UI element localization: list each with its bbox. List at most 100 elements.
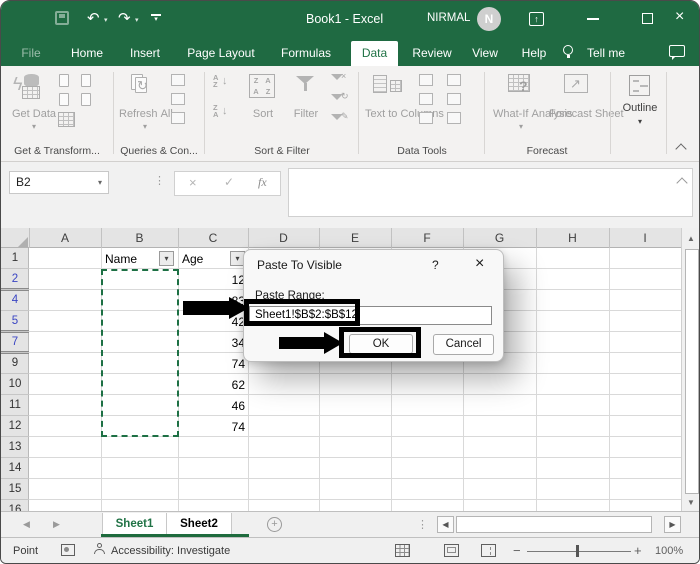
cell-c12[interactable]: 74	[178, 420, 245, 434]
data-validation-icon[interactable]	[419, 112, 433, 124]
select-all-corner[interactable]	[18, 237, 28, 247]
name-filter-button[interactable]: ▾	[159, 251, 174, 266]
name-box-dropdown-icon[interactable]: ▾	[98, 172, 102, 193]
edit-links-icon[interactable]	[171, 112, 185, 124]
redo-dropdown-icon[interactable]: ▾	[135, 16, 139, 24]
formula-input[interactable]	[288, 168, 693, 217]
close-button[interactable]: ×	[675, 9, 684, 25]
comment-icon[interactable]	[669, 45, 685, 60]
hscroll-left-icon[interactable]: ◀	[437, 516, 454, 533]
tab-scrollbar-splitter-icon[interactable]: ⋮	[417, 518, 428, 531]
reapply-filter-icon[interactable]: ↻	[331, 91, 349, 108]
undo-button[interactable]: ↶	[87, 11, 100, 26]
group-data-tools[interactable]: Data Tools	[361, 145, 483, 157]
tab-data[interactable]: Data	[351, 41, 398, 66]
tab-view[interactable]: View	[466, 43, 504, 66]
cancel-formula-icon[interactable]: ×	[189, 175, 197, 190]
recent-sources-icon[interactable]	[81, 74, 91, 87]
cell-c1-age[interactable]: Age	[182, 252, 203, 266]
group-queries-connections[interactable]: Queries & Con...	[113, 145, 205, 157]
outline-button[interactable]: Outline ▾	[617, 72, 663, 140]
horizontal-scrollbar-thumb[interactable]	[456, 516, 652, 533]
dialog-help-icon[interactable]: ?	[432, 258, 439, 272]
row-header-13[interactable]: 13	[1, 437, 29, 458]
collapse-ribbon-icon[interactable]	[675, 142, 687, 155]
add-sheet-icon[interactable]: +	[267, 517, 282, 532]
properties-icon[interactable]	[171, 93, 185, 105]
cell-b1-name[interactable]: Name	[105, 252, 137, 266]
col-header-h[interactable]: H	[536, 228, 609, 248]
customize-qat-button[interactable]: ▾	[151, 14, 161, 23]
row-header-12[interactable]: 12	[1, 416, 29, 437]
sheet-nav-right-icon[interactable]: ▶	[53, 519, 60, 530]
get-data-button[interactable]: ϟ Get Data ▾	[12, 72, 56, 140]
sort-button[interactable]: ZA AZ Sort	[241, 72, 285, 140]
scroll-up-icon[interactable]: ▲	[682, 230, 699, 247]
col-header-c[interactable]: C	[178, 228, 248, 248]
cell-c11[interactable]: 46	[178, 399, 245, 413]
sheet-tab-sheet2[interactable]: Sheet2	[166, 513, 232, 536]
forecast-sheet-button[interactable]: ↗ Forecast Sheet	[549, 72, 624, 140]
from-table-icon[interactable]	[58, 112, 75, 127]
scroll-down-icon[interactable]: ▼	[682, 494, 699, 511]
sort-za-button[interactable]: ZA ↓	[213, 104, 233, 124]
group-get-transform[interactable]: Get & Transform...	[5, 145, 109, 157]
row-header-4[interactable]: 4	[1, 290, 29, 311]
row-header-5[interactable]: 5	[1, 311, 29, 332]
cell-c10[interactable]: 62	[178, 378, 245, 392]
row-header-10[interactable]: 10	[1, 374, 29, 395]
sheet-nav-left-icon[interactable]: ◀	[23, 519, 30, 530]
tab-help[interactable]: Help	[515, 43, 553, 66]
cell-c2[interactable]: 12	[178, 273, 245, 287]
cell-c7[interactable]: 34	[178, 336, 245, 350]
ribbon-display-options-icon[interactable]: ↑	[529, 12, 544, 26]
vertical-scrollbar-thumb[interactable]	[685, 249, 699, 494]
zoom-slider-track[interactable]	[527, 550, 631, 552]
tab-home[interactable]: Home	[65, 43, 109, 66]
zoom-level[interactable]: 100%	[655, 545, 683, 557]
col-header-d[interactable]: D	[248, 228, 319, 248]
manage-data-model-icon[interactable]	[447, 112, 461, 124]
text-to-columns-button[interactable]: Text to Columns	[365, 72, 444, 140]
redo-button[interactable]: ↷	[118, 11, 131, 26]
zoom-slider-handle[interactable]	[576, 545, 579, 557]
undo-dropdown-icon[interactable]: ▾	[104, 16, 108, 24]
accessibility-status[interactable]: Accessibility: Investigate	[111, 545, 230, 557]
from-web-icon[interactable]	[59, 93, 69, 106]
insert-function-icon[interactable]: fx	[258, 175, 267, 190]
col-header-i[interactable]: I	[609, 228, 681, 248]
group-forecast[interactable]: Forecast	[487, 145, 607, 157]
filter-button[interactable]: Filter	[289, 72, 323, 140]
zoom-out-icon[interactable]: −	[513, 543, 521, 558]
row-header-1[interactable]: 1	[1, 248, 29, 269]
relationships-icon[interactable]	[447, 93, 461, 105]
row-header-15[interactable]: 15	[1, 479, 29, 500]
col-header-b[interactable]: B	[101, 228, 178, 248]
enter-formula-icon[interactable]: ✓	[224, 175, 234, 189]
tab-file[interactable]: File	[15, 43, 47, 66]
row-header-9[interactable]: 9	[1, 353, 29, 374]
page-layout-view-icon[interactable]	[444, 544, 459, 557]
dialog-close-icon[interactable]: ×	[475, 255, 484, 273]
row-header-2[interactable]: 2	[1, 269, 29, 290]
name-box-resizer-icon[interactable]: ⋮	[154, 174, 165, 187]
collapse-formula-bar-icon[interactable]	[676, 177, 688, 189]
queries-connections-icon[interactable]	[171, 74, 185, 86]
col-header-a[interactable]: A	[29, 228, 101, 248]
hscroll-right-icon[interactable]: ▶	[664, 516, 681, 533]
macro-record-icon[interactable]	[61, 544, 75, 556]
sort-az-button[interactable]: AZ ↓	[213, 74, 233, 94]
tab-insert[interactable]: Insert	[123, 43, 167, 66]
cancel-button[interactable]: Cancel	[433, 334, 494, 355]
what-if-analysis-button[interactable]: ? What-If Analysis ▾	[493, 72, 572, 140]
sheet-tab-sheet1[interactable]: Sheet1	[102, 513, 166, 536]
remove-duplicates-icon[interactable]	[419, 93, 433, 105]
col-header-e[interactable]: E	[319, 228, 391, 248]
tab-review[interactable]: Review	[407, 43, 457, 66]
clear-filter-icon[interactable]: ×	[331, 71, 349, 88]
tab-formulas[interactable]: Formulas	[275, 43, 337, 66]
from-text-icon[interactable]	[59, 74, 69, 87]
cell-c9[interactable]: 74	[178, 357, 245, 371]
col-header-f[interactable]: F	[391, 228, 463, 248]
existing-connections-icon[interactable]	[81, 93, 91, 106]
